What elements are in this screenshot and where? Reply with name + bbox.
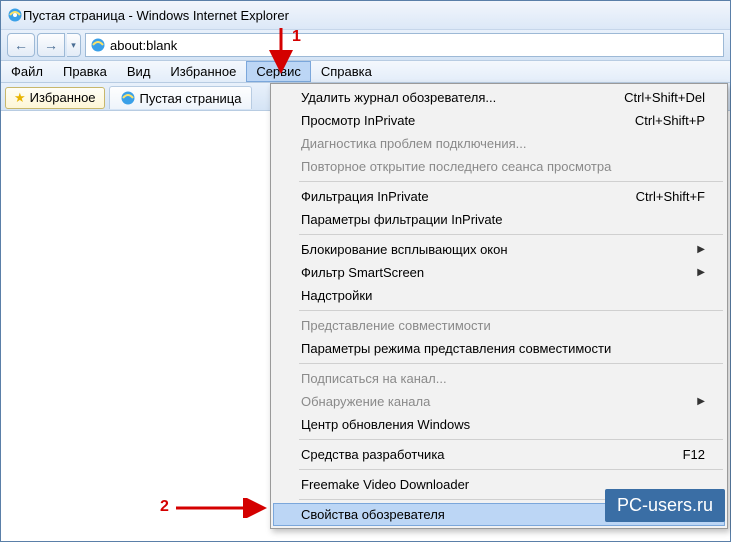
menu-item-label: Параметры режима представления совместим… [301,341,611,356]
url-input[interactable] [110,38,719,53]
menu-избранное[interactable]: Избранное [160,61,246,82]
menu-item[interactable]: Средства разработчика F12 [273,443,725,466]
menu-separator [299,363,723,364]
menu-item-shortcut: Ctrl+Shift+Del [624,90,705,105]
menu-separator [299,439,723,440]
favorites-label: Избранное [30,90,96,105]
menu-item-label: Свойства обозревателя [301,507,445,522]
menu-item-label: Параметры фильтрации InPrivate [301,212,503,227]
menu-item[interactable]: Фильтр SmartScreen ▶ [273,261,725,284]
menu-item-label: Подписаться на канал... [301,371,447,386]
titlebar[interactable]: Пустая страница - Windows Internet Explo… [1,1,730,29]
tab-icon [120,90,136,106]
menu-item-label: Freemake Video Downloader [301,477,469,492]
menu-separator [299,181,723,182]
menu-item[interactable]: Удалить журнал обозревателя... Ctrl+Shift… [273,86,725,109]
menu-item-shortcut: F12 [683,447,705,462]
menu-item-label: Представление совместимости [301,318,491,333]
menu-файл[interactable]: Файл [1,61,53,82]
menu-separator [299,234,723,235]
menu-item-label: Надстройки [301,288,372,303]
forward-button[interactable]: → [37,33,65,57]
menu-item[interactable]: Просмотр InPrivate Ctrl+Shift+P [273,109,725,132]
menu-item-label: Средства разработчика [301,447,445,462]
menu-item: Представление совместимости [273,314,725,337]
menu-item-shortcut: Ctrl+Shift+P [635,113,705,128]
menu-item: Обнаружение канала ▶ [273,390,725,413]
favorites-button[interactable]: ★ Избранное [5,87,105,109]
menu-item-label: Повторное открытие последнего сеанса про… [301,159,611,174]
menu-item-label: Обнаружение канала [301,394,430,409]
submenu-arrow-icon: ▶ [697,267,705,278]
navbar: ← → ▾ [1,29,730,61]
menu-item-label: Центр обновления Windows [301,417,470,432]
menu-item: Диагностика проблем подключения... [273,132,725,155]
menu-item-label: Блокирование всплывающих окон [301,242,508,257]
service-menu-dropdown: Удалить журнал обозревателя... Ctrl+Shift… [270,83,728,529]
annotation-number-1: 1 [292,28,301,46]
menu-item: Подписаться на канал... [273,367,725,390]
star-icon: ★ [14,90,26,106]
menu-item-label: Удалить журнал обозревателя... [301,90,496,105]
menu-item-label: Фильтрация InPrivate [301,189,429,204]
menu-item: Повторное открытие последнего сеанса про… [273,155,725,178]
submenu-arrow-icon: ▶ [697,396,705,407]
submenu-arrow-icon: ▶ [697,244,705,255]
menu-item-label: Фильтр SmartScreen [301,265,424,280]
menu-правка[interactable]: Правка [53,61,117,82]
window-title: Пустая страница - Windows Internet Explo… [23,8,289,23]
menu-item[interactable]: Блокирование всплывающих окон ▶ [273,238,725,261]
browser-tab[interactable]: Пустая страница [109,86,253,109]
menu-separator [299,469,723,470]
menu-сервис[interactable]: Сервис [246,61,311,82]
menu-item[interactable]: Параметры режима представления совместим… [273,337,725,360]
page-icon [90,37,106,53]
address-bar[interactable] [85,33,724,57]
menu-вид[interactable]: Вид [117,61,161,82]
menu-separator [299,310,723,311]
menu-item[interactable]: Надстройки [273,284,725,307]
menu-справка[interactable]: Справка [311,61,382,82]
nav-arrows: ← → ▾ [7,33,81,57]
menu-item[interactable]: Фильтрация InPrivate Ctrl+Shift+F [273,185,725,208]
tab-title: Пустая страница [140,91,242,106]
menu-item[interactable]: Центр обновления Windows [273,413,725,436]
menubar: ФайлПравкаВидИзбранноеСервисСправка [1,61,730,83]
nav-history-dropdown[interactable]: ▾ [67,33,81,57]
back-button[interactable]: ← [7,33,35,57]
menu-item[interactable]: Параметры фильтрации InPrivate [273,208,725,231]
menu-item-shortcut: Ctrl+Shift+F [636,189,705,204]
ie-logo-icon [7,7,23,23]
menu-item-label: Диагностика проблем подключения... [301,136,526,151]
menu-item-label: Просмотр InPrivate [301,113,415,128]
annotation-number-2: 2 [160,498,169,516]
watermark: PC-users.ru [605,489,725,522]
